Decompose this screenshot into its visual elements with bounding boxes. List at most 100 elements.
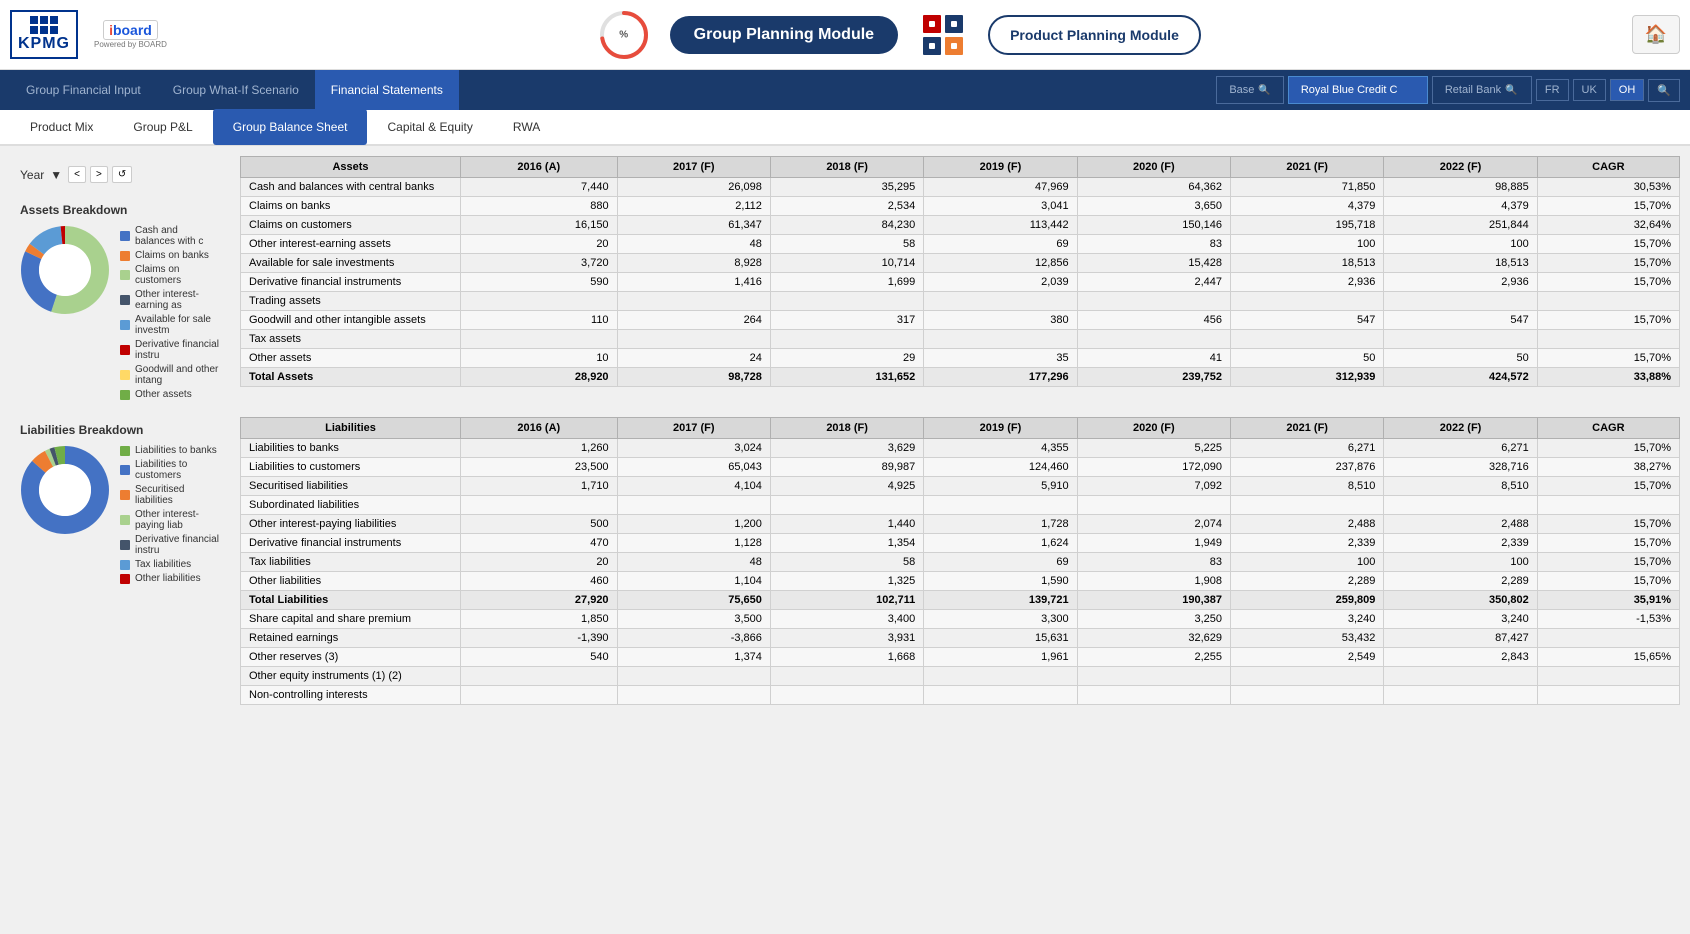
liab-cell: 328,716 bbox=[1384, 458, 1537, 477]
liab-cell: 87,427 bbox=[1384, 629, 1537, 648]
assets-cell: 69 bbox=[924, 235, 1077, 254]
segment-retail-bank[interactable]: Retail Bank 🔍 bbox=[1432, 76, 1532, 104]
liab-cell: 3,240 bbox=[1231, 610, 1384, 629]
liab-cell: 1,200 bbox=[617, 515, 770, 534]
assets-cell: 312,939 bbox=[1231, 368, 1384, 387]
subnav-rwa[interactable]: RWA bbox=[493, 109, 560, 145]
flag-uk[interactable]: UK bbox=[1573, 79, 1606, 101]
group-planning-button[interactable]: Group Planning Module bbox=[670, 16, 898, 54]
base-search-icon: 🔍 bbox=[1258, 85, 1270, 96]
assets-cell: 590 bbox=[461, 273, 618, 292]
legend-other-assets: Other assets bbox=[120, 389, 220, 400]
assets-donut-container: Cash and balances with c Claims on banks… bbox=[20, 225, 220, 403]
assets-cell: 30,53% bbox=[1537, 178, 1679, 197]
nav-group-financial-input[interactable]: Group Financial Input bbox=[10, 70, 157, 110]
liab-cell: -1,53% bbox=[1537, 610, 1679, 629]
liab-cell: 89,987 bbox=[770, 458, 923, 477]
assets-cell: 15,70% bbox=[1537, 349, 1679, 368]
segment-royal-blue[interactable]: Royal Blue Credit C bbox=[1288, 76, 1428, 104]
nav-group-whatif[interactable]: Group What-If Scenario bbox=[157, 70, 315, 110]
assets-cell: 264 bbox=[617, 311, 770, 330]
liab-cell: 1,325 bbox=[770, 572, 923, 591]
liab-cell: 27,920 bbox=[461, 591, 618, 610]
year-prev-button[interactable]: < bbox=[68, 166, 86, 183]
liab-cell: 20 bbox=[461, 553, 618, 572]
liab-cell: 4,355 bbox=[924, 439, 1077, 458]
assets-cell bbox=[770, 330, 923, 349]
assets-cell: 50 bbox=[1384, 349, 1537, 368]
liab-cell: Tax liabilities bbox=[241, 553, 461, 572]
liab-cell: Securitised liabilities bbox=[241, 477, 461, 496]
assets-cell: 317 bbox=[770, 311, 923, 330]
liab-cell: 1,374 bbox=[617, 648, 770, 667]
navbar: Group Financial Input Group What-If Scen… bbox=[0, 70, 1690, 110]
assets-cell: 98,728 bbox=[617, 368, 770, 387]
year-reset-button[interactable]: ↺ bbox=[112, 166, 132, 183]
liab-cell: 2,488 bbox=[1231, 515, 1384, 534]
liab-col-cagr: CAGR bbox=[1537, 418, 1679, 439]
assets-cell bbox=[924, 330, 1077, 349]
year-next-button[interactable]: > bbox=[90, 166, 108, 183]
header-center: % Group Planning Module Product Planning… bbox=[177, 9, 1622, 61]
liab-cell: 15,70% bbox=[1537, 439, 1679, 458]
legend-dot-claims-banks bbox=[120, 251, 130, 261]
nav-financial-statements[interactable]: Financial Statements bbox=[315, 70, 459, 110]
legend-claims-banks: Claims on banks bbox=[120, 250, 220, 261]
assets-cell: 32,64% bbox=[1537, 216, 1679, 235]
assets-cell bbox=[770, 292, 923, 311]
legend-dot-tax-liab bbox=[120, 560, 130, 570]
liab-cell: Other liabilities bbox=[241, 572, 461, 591]
segment-base[interactable]: Base 🔍 bbox=[1216, 76, 1284, 104]
liab-cell: 23,500 bbox=[461, 458, 618, 477]
liab-cell: 5,225 bbox=[1077, 439, 1230, 458]
legend-dot-derivative-liab bbox=[120, 540, 130, 550]
assets-cell: 3,650 bbox=[1077, 197, 1230, 216]
product-planning-button[interactable]: Product Planning Module bbox=[988, 15, 1201, 55]
assets-table-section: Assets 2016 (A) 2017 (F) 2018 (F) 2019 (… bbox=[240, 156, 1680, 387]
legend-dot-cash bbox=[120, 231, 130, 241]
liab-cell bbox=[770, 496, 923, 515]
assets-cell: 16,150 bbox=[461, 216, 618, 235]
navbar-search-button[interactable]: 🔍 bbox=[1648, 79, 1680, 102]
liab-col-2019: 2019 (F) bbox=[924, 418, 1077, 439]
home-button[interactable]: 🏠 bbox=[1632, 15, 1680, 54]
legend-derivative-assets: Derivative financial instru bbox=[120, 339, 220, 361]
liab-cell: 15,70% bbox=[1537, 553, 1679, 572]
subnav-capital-equity[interactable]: Capital & Equity bbox=[367, 109, 492, 145]
liab-cell: 4,925 bbox=[770, 477, 923, 496]
liab-cell: 1,354 bbox=[770, 534, 923, 553]
legend-dot-other-assets bbox=[120, 390, 130, 400]
legend-dot-claims-customers bbox=[120, 270, 130, 280]
liab-cell: Subordinated liabilities bbox=[241, 496, 461, 515]
liab-cell: 69 bbox=[924, 553, 1077, 572]
liab-cell: 7,092 bbox=[1077, 477, 1230, 496]
liab-cell: 75,650 bbox=[617, 591, 770, 610]
liabilities-breakdown-title: Liabilities Breakdown bbox=[20, 423, 220, 437]
subnav-group-balance-sheet[interactable]: Group Balance Sheet bbox=[213, 109, 368, 145]
liabilities-table-section: Liabilities 2016 (A) 2017 (F) 2018 (F) 2… bbox=[240, 417, 1680, 705]
right-panel: Assets 2016 (A) 2017 (F) 2018 (F) 2019 (… bbox=[240, 156, 1680, 735]
assets-cell: 64,362 bbox=[1077, 178, 1230, 197]
flag-oh[interactable]: OH bbox=[1610, 79, 1645, 101]
liab-cell: 100 bbox=[1384, 553, 1537, 572]
assets-col-cagr: CAGR bbox=[1537, 157, 1679, 178]
assets-cell: 83 bbox=[1077, 235, 1230, 254]
assets-cell: 547 bbox=[1231, 311, 1384, 330]
liab-cell: -3,866 bbox=[617, 629, 770, 648]
subnav-product-mix[interactable]: Product Mix bbox=[10, 109, 113, 145]
liab-cell: Other equity instruments (1) (2) bbox=[241, 667, 461, 686]
liab-cell bbox=[924, 667, 1077, 686]
legend-other-paying: Other interest-paying liab bbox=[120, 509, 220, 531]
assets-cell: 2,447 bbox=[1077, 273, 1230, 292]
assets-cell: 380 bbox=[924, 311, 1077, 330]
liab-cell: 1,710 bbox=[461, 477, 618, 496]
assets-cell: Total Assets bbox=[241, 368, 461, 387]
assets-cell: 29 bbox=[770, 349, 923, 368]
liab-cell: Derivative financial instruments bbox=[241, 534, 461, 553]
subnav-group-pl[interactable]: Group P&L bbox=[113, 109, 212, 145]
legend-liab-banks: Liabilities to banks bbox=[120, 445, 220, 456]
assets-col-2021: 2021 (F) bbox=[1231, 157, 1384, 178]
liab-cell: -1,390 bbox=[461, 629, 618, 648]
product-icon bbox=[918, 10, 968, 60]
flag-fr[interactable]: FR bbox=[1536, 79, 1569, 101]
